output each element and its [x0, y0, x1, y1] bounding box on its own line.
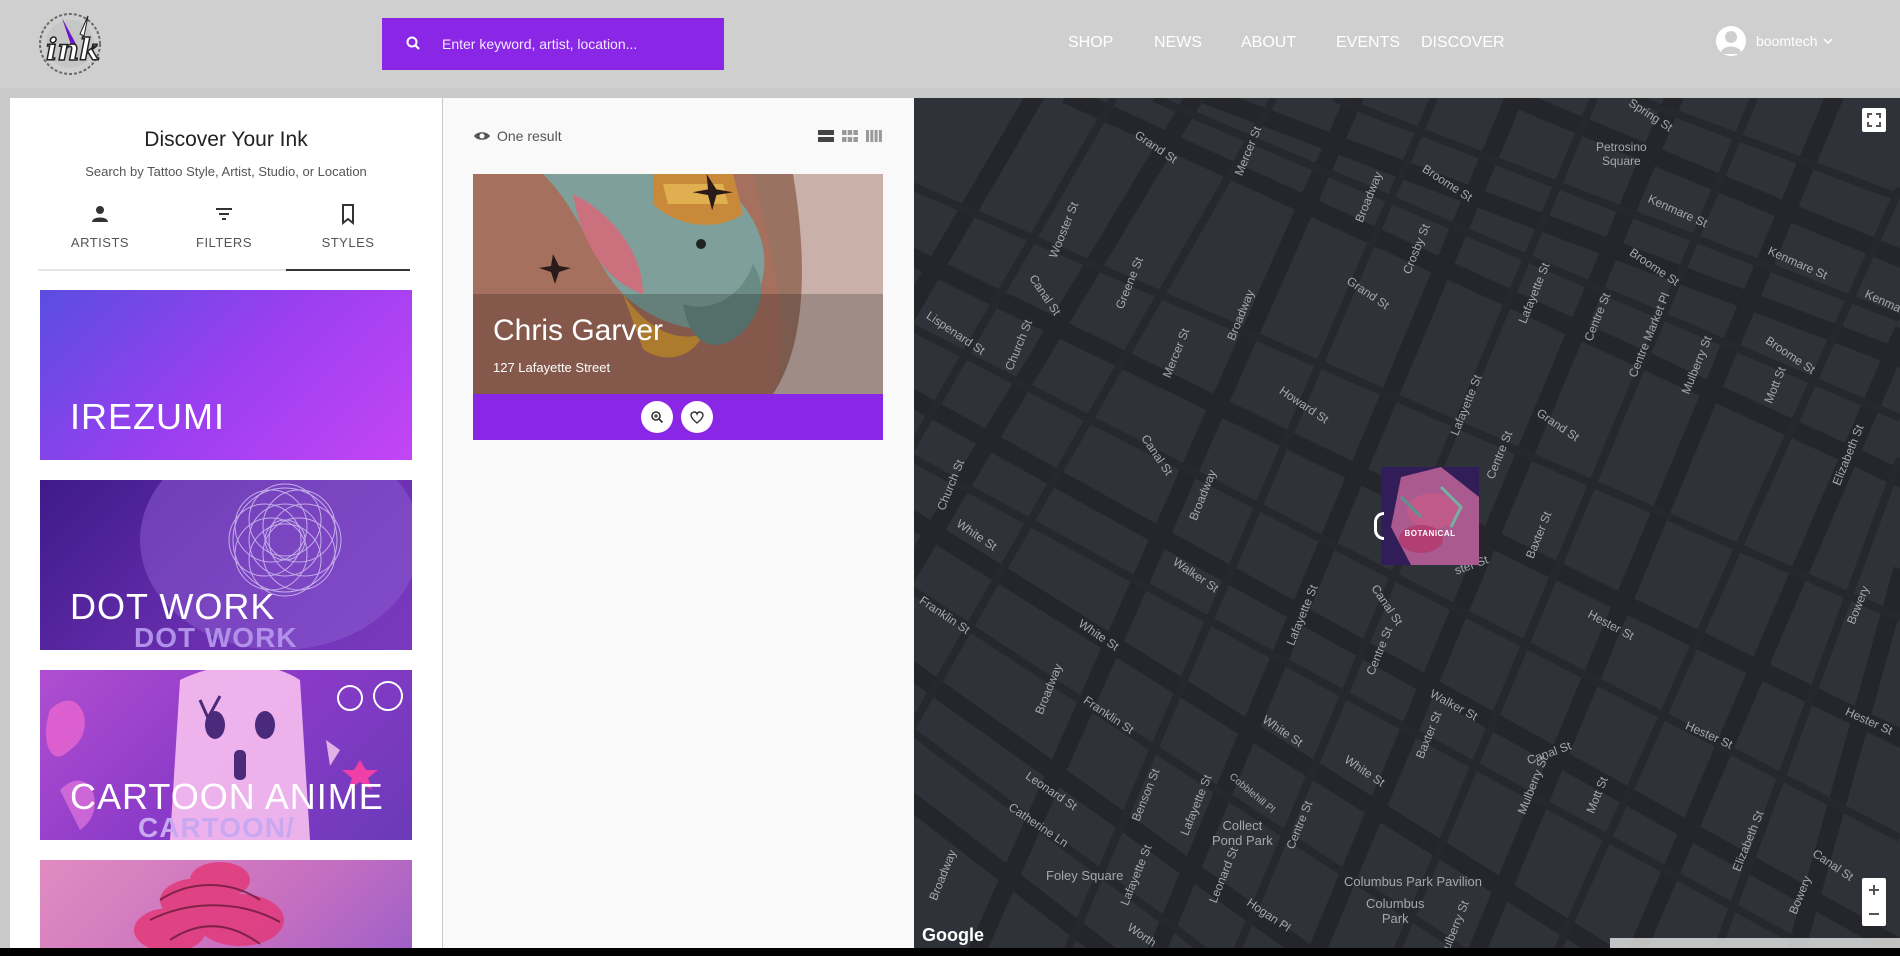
results-text: One result [497, 128, 562, 144]
list-view-icon[interactable] [818, 130, 834, 142]
style-card-label: DOT WORK [70, 586, 276, 627]
artist-address: 127 Lafayette Street [493, 360, 611, 375]
ink-logo[interactable]: ink [32, 10, 110, 78]
user-name: boomtech [1756, 33, 1818, 49]
zoom-button[interactable] [641, 401, 673, 433]
botanical-art [134, 862, 284, 948]
place-columbus-park: Columbus Park [1366, 896, 1425, 926]
tab-underline [162, 269, 286, 271]
style-card-label: CARTOON ANIME [70, 776, 384, 817]
chevron-down-icon [1823, 38, 1834, 44]
zoom-icon [651, 411, 664, 424]
column-view-icon[interactable] [866, 130, 882, 142]
tab-artists-label: ARTISTS [70, 235, 130, 250]
minus-icon [1869, 913, 1879, 915]
nav-about[interactable]: ABOUT [1241, 34, 1296, 52]
search-input[interactable] [440, 35, 710, 53]
tab-filters[interactable]: FILTERS [162, 203, 286, 271]
filter-icon [216, 208, 232, 220]
discover-tabs: ARTISTS FILTERS STYLES [38, 203, 422, 271]
google-logo: Google [922, 925, 984, 945]
style-card-cartoon-anime[interactable]: CARTOON/ CARTOON ANIME [40, 670, 412, 840]
search-bar[interactable] [382, 18, 724, 70]
tab-styles[interactable]: STYLES [286, 203, 410, 271]
user-icon [1720, 31, 1742, 54]
grid-view-icon[interactable] [842, 130, 858, 142]
avatar [1716, 26, 1746, 56]
tab-artists[interactable]: ARTISTS [38, 203, 162, 271]
place-columbus-pavilion: Columbus Park Pavilion [1344, 874, 1483, 889]
style-card-label: IREZUMI [70, 396, 225, 437]
heart-icon [690, 410, 704, 424]
discover-panel: Discover Your Ink Search by Tattoo Style… [10, 98, 442, 948]
place-foley-square: Foley Square [1046, 868, 1124, 883]
zoom-in-button[interactable] [1862, 878, 1886, 902]
map-view[interactable]: Petrosino Square Collect Pond Park Foley S… [914, 98, 1900, 948]
place-collect-pond: Collect Pond Park [1212, 818, 1273, 848]
user-menu[interactable]: boomtech [1716, 26, 1834, 56]
map-marker[interactable]: BOTANICAL [1381, 467, 1479, 565]
zoom-out-button[interactable] [1862, 902, 1886, 926]
place-petrosino: Petrosino Square [1596, 140, 1647, 168]
style-card-dot-work[interactable]: DOT WORK DOT WORK [40, 480, 412, 650]
artist-card[interactable]: Chris Garver 127 Lafayette Street [473, 174, 883, 440]
panel-subtitle: Search by Tattoo Style, Artist, Studio, … [85, 164, 367, 179]
fullscreen-icon [1867, 113, 1881, 127]
person-icon [92, 206, 108, 222]
results-count: One result [473, 128, 562, 144]
style-card-botanical[interactable] [40, 860, 412, 948]
svg-text:ink: ink [46, 33, 100, 68]
nav-events[interactable]: EVENTS [1336, 34, 1400, 52]
results-panel: One result Chris Garver 127 Lafayette St… [443, 98, 914, 948]
top-header: ink SHOP NEWS ABOUT EVENTS DISCOVER boom… [0, 0, 1900, 88]
map-attribution-bar [1610, 938, 1900, 948]
nav-news[interactable]: NEWS [1154, 34, 1202, 52]
plus-icon [1869, 885, 1879, 895]
fullscreen-button[interactable] [1862, 108, 1886, 132]
artist-name: Chris Garver [493, 314, 664, 347]
nav-shop[interactable]: SHOP [1068, 34, 1113, 52]
panel-title: Discover Your Ink [144, 128, 308, 151]
marker-thumbnail [1381, 467, 1479, 565]
zoom-controls [1862, 878, 1886, 926]
tab-underline [38, 269, 162, 271]
tab-styles-label: STYLES [321, 235, 375, 250]
artist-card-image: Chris Garver 127 Lafayette Street [473, 174, 883, 394]
view-toggles [818, 130, 882, 142]
marker-pin-edge [1374, 512, 1384, 540]
taskbar [0, 948, 1900, 956]
style-card-irezumi[interactable]: IREZUMI [40, 290, 412, 460]
marker-label: BOTANICAL [1404, 529, 1456, 538]
favorite-button[interactable] [681, 401, 713, 433]
eye-icon [474, 132, 490, 140]
search-icon [406, 36, 420, 50]
nav-discover[interactable]: DISCOVER [1421, 34, 1505, 52]
bookmark-icon [342, 204, 354, 225]
tab-underline-active [286, 269, 410, 271]
artist-card-actions [473, 394, 883, 440]
tab-filters-label: FILTERS [196, 235, 252, 250]
